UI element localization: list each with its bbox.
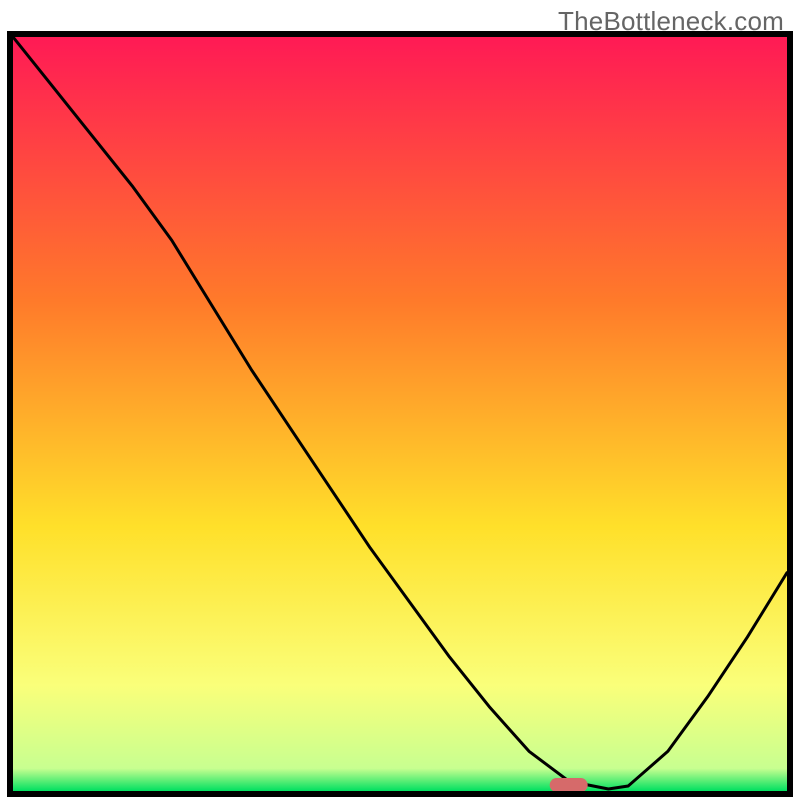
chart-frame: TheBottleneck.com	[0, 0, 800, 800]
gradient-background	[13, 37, 787, 791]
optimal-marker	[550, 778, 588, 792]
bottleneck-chart	[0, 0, 800, 800]
